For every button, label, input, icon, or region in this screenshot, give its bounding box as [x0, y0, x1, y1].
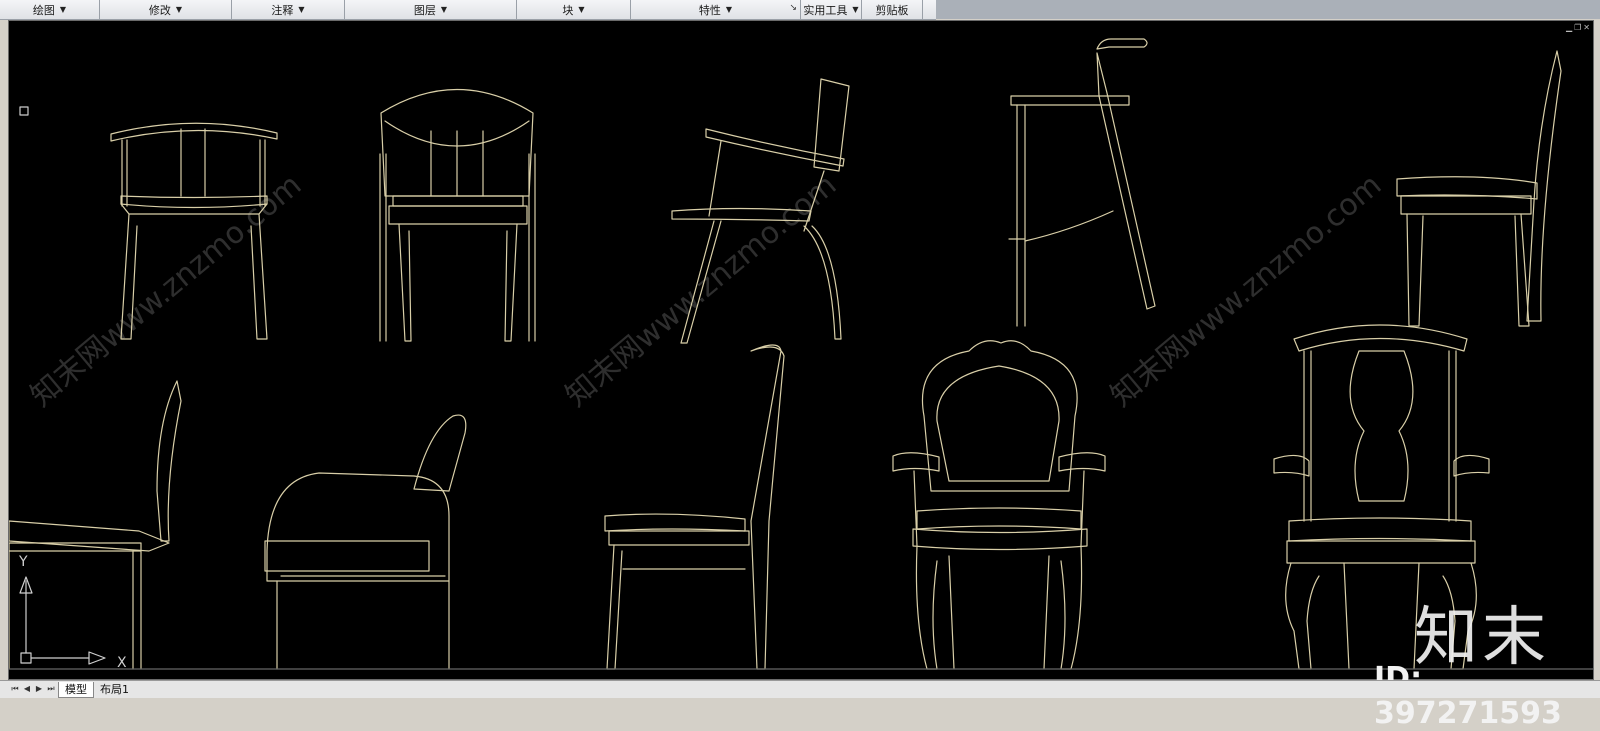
- prev-tab-icon[interactable]: ◀: [22, 683, 32, 694]
- chair-front-baroque: [892, 340, 1106, 670]
- tab-layout1[interactable]: 布局1: [94, 682, 135, 697]
- chevron-down-icon: ▼: [298, 5, 305, 14]
- panel-block[interactable]: 块 ▼: [517, 0, 631, 19]
- panel-utilities[interactable]: 实用工具 ▼: [801, 0, 862, 19]
- panel-label: 注释: [271, 3, 294, 17]
- panel-label: 图层: [413, 3, 436, 17]
- panel-label: 绘图: [32, 3, 55, 17]
- ribbon-panel-bar: 绘图 ▼ 修改 ▼ 注释 ▼ 图层 ▼ 块 ▼ 特性 ▼ ↘ 实用工具 ▼ 剪贴板: [0, 0, 936, 20]
- panel-label: 特性: [698, 3, 721, 17]
- chevron-down-icon: ▼: [725, 5, 733, 14]
- chair-side-partial-left: [9, 380, 182, 670]
- first-tab-icon[interactable]: ⏮: [10, 683, 20, 694]
- ucs-y-label: Y: [18, 554, 28, 570]
- drawing-viewport[interactable]: ▁ ❐ ✕ 知末网www.znzmo.com 知末网www.znzmo.com …: [8, 20, 1594, 731]
- chair-side-upholstered: [264, 414, 467, 670]
- next-tab-icon[interactable]: ▶: [34, 683, 44, 694]
- panel-label: 块: [562, 3, 574, 17]
- chair-side-tallback: [604, 344, 785, 670]
- dialog-launcher-icon[interactable]: ↘: [789, 3, 797, 13]
- chair-side-right: [1396, 50, 1562, 327]
- tab-model[interactable]: 模型: [58, 682, 94, 698]
- panel-label: 剪贴板: [875, 3, 909, 17]
- chevron-down-icon: ▼: [440, 5, 448, 14]
- panel-layers[interactable]: 图层 ▼: [345, 0, 517, 19]
- chair-front-fanback: [379, 88, 536, 342]
- ribbon: 绘图 ▼ 修改 ▼ 注释 ▼ 图层 ▼ 块 ▼ 特性 ▼ ↘ 实用工具 ▼ 剪贴板: [0, 0, 1600, 20]
- chair-side-barstool: [1008, 38, 1156, 327]
- panel-label: 实用工具: [803, 3, 848, 17]
- layout-tab-bar: ⏮ ◀ ▶ ⏭ 模型 布局1: [0, 680, 1600, 698]
- panel-properties[interactable]: 特性 ▼ ↘: [631, 0, 801, 19]
- ucs-icon: [19, 576, 106, 665]
- panel-draw[interactable]: 绘图 ▼: [0, 0, 100, 19]
- panel-clipboard[interactable]: 剪贴板: [862, 0, 923, 19]
- chair-side-arm: [671, 78, 850, 344]
- chevron-down-icon: ▼: [578, 5, 585, 14]
- chevron-down-icon: ▼: [59, 5, 67, 14]
- chair-front-ming: [110, 122, 278, 340]
- cad-drawing: Y X: [9, 38, 1593, 671]
- last-tab-icon[interactable]: ⏭: [46, 683, 56, 694]
- chevron-down-icon: ▼: [852, 5, 859, 14]
- panel-annotation[interactable]: 注释 ▼: [232, 0, 345, 19]
- chevron-down-icon: ▼: [175, 5, 183, 14]
- pickbox-icon: [19, 106, 29, 116]
- panel-modify[interactable]: 修改 ▼: [100, 0, 232, 19]
- panel-label: 修改: [148, 3, 171, 17]
- ucs-x-label: X: [117, 655, 127, 671]
